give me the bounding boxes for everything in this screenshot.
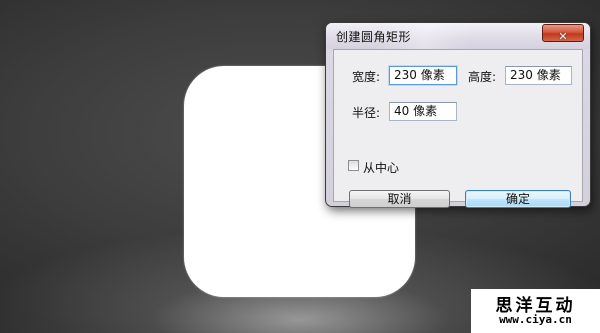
site-watermark: 思洋互动 www.ciya.cn (471, 289, 600, 333)
radius-label: 半径: (352, 106, 381, 120)
create-rounded-rectangle-dialog: 创建圆角矩形 ✕ 宽度: 230 像素 高度: 230 像素 半径: 40 像素… (325, 22, 591, 208)
height-label: 高度: (468, 70, 497, 84)
cancel-button[interactable]: 取消 (349, 190, 450, 208)
dialog-titlebar[interactable]: 创建圆角矩形 ✕ (326, 23, 590, 49)
radius-field[interactable]: 40 像素 (389, 102, 457, 121)
ok-button[interactable]: 确定 (465, 190, 571, 208)
watermark-url: www.ciya.cn (499, 313, 572, 326)
close-button[interactable]: ✕ (542, 24, 584, 43)
from-center-label[interactable]: 从中心 (363, 159, 399, 176)
dialog-title: 创建圆角矩形 (336, 30, 412, 44)
dialog-content: 宽度: 230 像素 高度: 230 像素 半径: 40 像素 从中心 取消 确… (333, 49, 583, 208)
height-field[interactable]: 230 像素 (505, 66, 572, 85)
width-label: 宽度: (352, 70, 381, 84)
close-icon: ✕ (558, 30, 568, 43)
from-center-checkbox[interactable] (348, 160, 359, 171)
width-field[interactable]: 230 像素 (389, 66, 457, 85)
